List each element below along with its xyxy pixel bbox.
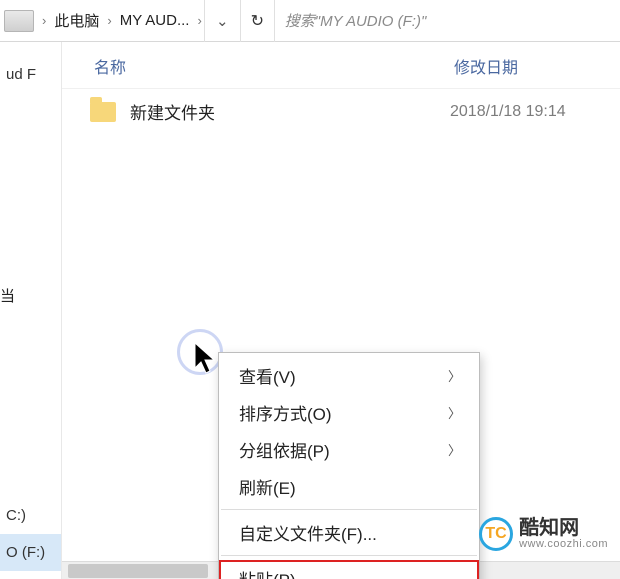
address-bar: › 此电脑 › MY AUD... › ⌄ ↻ 搜索"MY AUDIO (F:)… xyxy=(0,0,620,42)
context-menu-view[interactable]: 查看(V) 〉 xyxy=(219,357,479,394)
context-menu-label: 分组依据(P) xyxy=(239,437,330,462)
file-date: 2018/1/18 19:14 xyxy=(450,103,566,121)
chevron-right-icon[interactable]: › xyxy=(195,13,203,28)
scrollbar-thumb[interactable] xyxy=(68,564,208,578)
breadcrumb: › 此电脑 › MY AUD... › xyxy=(34,6,204,35)
context-menu-sort[interactable]: 排序方式(O) 〉 xyxy=(219,394,479,431)
drive-icon xyxy=(4,10,34,32)
watermark-url: www.coozhi.com xyxy=(519,539,608,551)
sidebar-item[interactable]: 当 xyxy=(0,285,61,306)
context-menu-label: 自定义文件夹(F)... xyxy=(239,520,377,545)
context-menu-label: 查看(V) xyxy=(239,363,296,388)
column-header-name[interactable]: 名称 xyxy=(94,54,454,78)
folder-icon xyxy=(90,102,116,122)
column-headers: 名称 修改日期 xyxy=(62,42,620,89)
sidebar-item-drive-c[interactable]: C:) xyxy=(0,497,61,534)
context-menu: 查看(V) 〉 排序方式(O) 〉 分组依据(P) 〉 刷新(E) 自定义文件夹… xyxy=(218,352,480,579)
chevron-right-icon[interactable]: › xyxy=(40,13,48,28)
watermark-title: 酷知网 xyxy=(519,518,608,539)
breadcrumb-root[interactable]: 此电脑 xyxy=(48,6,105,35)
context-menu-label: 排序方式(O) xyxy=(239,400,332,425)
sidebar-item-drive-f[interactable]: O (F:) xyxy=(0,534,61,571)
chevron-right-icon[interactable]: › xyxy=(105,13,113,28)
context-menu-label: 刷新(E) xyxy=(239,474,296,499)
context-menu-paste[interactable]: 粘贴(P) xyxy=(219,560,479,579)
watermark: TC 酷知网 www.coozhi.com xyxy=(479,517,608,551)
context-menu-customize-folder[interactable]: 自定义文件夹(F)... xyxy=(219,514,479,551)
sidebar: ud F 当 C:) O (F:) xyxy=(0,42,62,579)
file-name: 新建文件夹 xyxy=(130,99,450,124)
chevron-right-icon: 〉 xyxy=(448,366,461,385)
list-item[interactable]: 新建文件夹 2018/1/18 19:14 xyxy=(62,89,620,134)
history-dropdown-button[interactable]: ⌄ xyxy=(204,0,240,42)
file-list-area[interactable]: 名称 修改日期 新建文件夹 2018/1/18 19:14 查看(V) 〉 排序… xyxy=(62,42,620,579)
sidebar-item[interactable]: ud F xyxy=(0,56,61,93)
context-menu-refresh[interactable]: 刷新(E) xyxy=(219,468,479,505)
main-area: ud F 当 C:) O (F:) 名称 修改日期 新建文件夹 2018/1/1… xyxy=(0,42,620,579)
breadcrumb-folder[interactable]: MY AUD... xyxy=(114,8,196,33)
watermark-logo-icon: TC xyxy=(479,517,513,551)
chevron-right-icon: 〉 xyxy=(448,403,461,422)
menu-separator xyxy=(221,555,477,556)
context-menu-label: 粘贴(P) xyxy=(239,566,296,579)
column-header-date[interactable]: 修改日期 xyxy=(454,54,518,78)
chevron-right-icon: 〉 xyxy=(448,440,461,459)
refresh-button[interactable]: ↻ xyxy=(240,0,274,42)
menu-separator xyxy=(221,509,477,510)
search-input[interactable]: 搜索"MY AUDIO (F:)" xyxy=(274,0,620,42)
context-menu-group[interactable]: 分组依据(P) 〉 xyxy=(219,431,479,468)
click-pulse-icon xyxy=(177,329,223,375)
